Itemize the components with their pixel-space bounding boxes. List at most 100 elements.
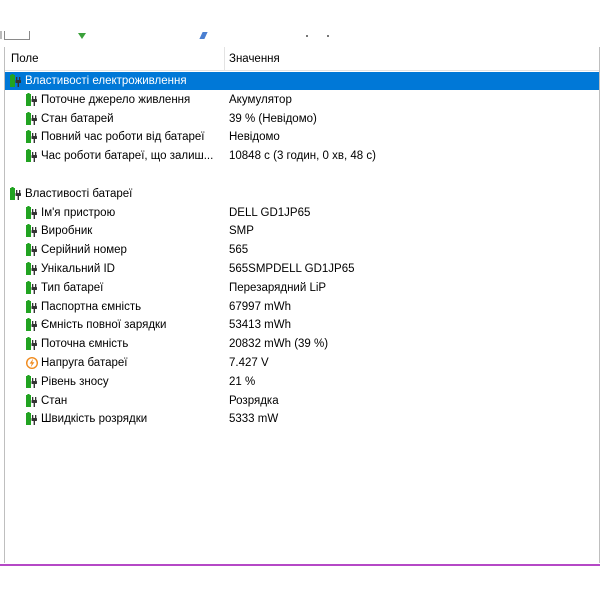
toolbar-dot	[306, 35, 308, 37]
status-area	[0, 566, 600, 600]
battery-plug-icon	[25, 393, 39, 408]
property-value: Невідомо	[229, 131, 280, 144]
property-value: 53413 mWh	[229, 319, 292, 332]
battery-plug-icon	[25, 130, 39, 144]
battery-plug-icon	[9, 74, 23, 88]
property-value: 39 % (Невідомо)	[229, 112, 317, 125]
property-name-cell: Поточне джерело живлення	[25, 91, 190, 109]
property-name: Ім'я пристрою	[41, 206, 116, 219]
property-value: DELL GD1JP65	[229, 206, 311, 219]
property-row[interactable]: Напруга батареї 7.427 V	[5, 354, 599, 372]
property-row[interactable]: Серійний номер 565	[5, 241, 599, 259]
property-name: Поточна ємність	[41, 338, 129, 351]
property-name: Напруга батареї	[41, 357, 128, 369]
property-name-cell: Паспортна ємність	[25, 298, 141, 316]
property-name: Поточне джерело живлення	[41, 93, 191, 106]
battery-plug-icon	[25, 149, 39, 163]
property-value: Розрядка	[229, 394, 279, 407]
toolbar-button[interactable]	[4, 31, 30, 40]
toolbar-edge	[0, 31, 2, 39]
property-row[interactable]: Тип батареї Перезарядний LiP	[5, 279, 599, 297]
property-row[interactable]: Ім'я пристрою DELL GD1JP65	[5, 204, 599, 222]
property-value: 21 %	[229, 375, 256, 388]
property-name-cell: Швидкість розрядки	[25, 410, 147, 428]
property-name: Повний час роботи від батареї	[41, 131, 205, 144]
blue-tool-icon[interactable]	[199, 32, 208, 39]
property-name: Рівень зносу	[41, 375, 109, 388]
property-row[interactable]: Унікальний ID 565SMPDELL GD1JP65	[5, 260, 599, 278]
property-name-cell: Стан батарей	[25, 110, 114, 128]
battery-plug-icon	[25, 318, 39, 332]
property-name-cell: Унікальний ID	[25, 260, 115, 278]
property-row[interactable]: Рівень зносу 21 %	[5, 373, 599, 391]
property-name: Тип батареї	[41, 281, 104, 294]
property-value: Перезарядний LiP	[229, 281, 327, 294]
property-row[interactable]: Стан батарей 39 % (Невідомо)	[5, 110, 599, 128]
property-value: 67997 mWh	[229, 300, 292, 313]
property-name-cell: Поточна ємність	[25, 335, 128, 353]
battery-plug-icon	[25, 337, 39, 351]
battery-plug-icon	[25, 280, 39, 295]
property-name-cell: Ємність повної зарядки	[25, 316, 166, 334]
battery-plug-icon	[25, 262, 39, 276]
list-header: Поле Значення	[5, 47, 599, 71]
property-name-cell: Час роботи батареї, що залиш...	[25, 147, 213, 165]
group-label: Властивості батареї	[25, 187, 133, 200]
property-name-cell: Напруга батареї	[25, 354, 127, 372]
battery-plug-icon	[25, 243, 39, 257]
property-name-cell: Серійний номер	[25, 241, 127, 259]
property-value: 7.427 V	[229, 357, 269, 369]
property-name: Стан	[41, 394, 68, 407]
group-row[interactable]: Властивості електроживлення	[5, 72, 599, 90]
property-value: 20832 mWh (39 %)	[229, 338, 329, 351]
group-name-cell: Властивості батареї	[9, 185, 132, 203]
toolbar-strip	[0, 0, 600, 44]
property-name-cell: Повний час роботи від батареї	[25, 128, 204, 146]
property-value: SMP	[229, 225, 254, 238]
property-name: Час роботи батареї, що залиш...	[41, 150, 214, 163]
property-row[interactable]: Поточне джерело живлення Акумулятор	[5, 91, 599, 109]
property-value: Акумулятор	[229, 93, 292, 106]
properties-list-view[interactable]: Поле Значення Властивості електроживленн…	[4, 47, 600, 563]
property-name: Унікальний ID	[41, 263, 115, 275]
property-value: 5333 mW	[229, 413, 279, 426]
property-name-cell: Виробник	[25, 222, 92, 240]
battery-plug-icon	[25, 92, 39, 107]
column-header-field[interactable]: Поле	[11, 53, 39, 65]
battery-plug-icon	[9, 186, 23, 201]
property-name: Стан батарей	[41, 112, 114, 125]
group-label: Властивості електроживлення	[25, 75, 187, 87]
property-name: Виробник	[41, 225, 93, 238]
property-value: 565	[229, 244, 249, 257]
property-row[interactable]: Повний час роботи від батареї Невідомо	[5, 128, 599, 146]
property-row[interactable]: Стан Розрядка	[5, 392, 599, 410]
toolbar-dot	[327, 35, 329, 37]
group-name-cell: Властивості електроживлення	[9, 72, 187, 90]
group-row[interactable]: Властивості батареї	[5, 185, 599, 203]
battery-plug-icon	[25, 111, 39, 126]
property-value: 565SMPDELL GD1JP65	[229, 263, 355, 275]
column-header-value[interactable]: Значення	[229, 53, 280, 65]
property-name-cell: Стан	[25, 392, 67, 410]
property-row[interactable]: Поточна ємність 20832 mWh (39 %)	[5, 335, 599, 353]
battery-plug-icon	[25, 299, 39, 314]
voltage-icon	[25, 356, 39, 370]
property-name: Серійний номер	[41, 244, 127, 257]
property-name-cell: Ім'я пристрою	[25, 204, 115, 222]
battery-plug-icon	[25, 412, 39, 426]
property-value: 10848 с (3 годин, 0 хв, 48 с)	[229, 150, 376, 163]
property-name: Ємність повної зарядки	[41, 319, 167, 332]
property-row[interactable]: Паспортна ємність 67997 mWh	[5, 298, 599, 316]
battery-plug-icon	[25, 224, 39, 238]
property-name-cell: Рівень зносу	[25, 373, 109, 391]
property-name-cell: Тип батареї	[25, 279, 103, 297]
column-divider[interactable]	[224, 47, 225, 71]
property-row[interactable]: Час роботи батареї, що залиш... 10848 с (…	[5, 147, 599, 165]
property-name: Швидкість розрядки	[41, 413, 148, 426]
property-row[interactable]: Виробник SMP	[5, 222, 599, 240]
green-arrow-icon[interactable]	[78, 33, 86, 39]
property-row[interactable]: Швидкість розрядки 5333 mW	[5, 410, 599, 428]
battery-plug-icon	[25, 374, 39, 389]
battery-plug-icon	[25, 205, 39, 220]
property-row[interactable]: Ємність повної зарядки 53413 mWh	[5, 316, 599, 334]
